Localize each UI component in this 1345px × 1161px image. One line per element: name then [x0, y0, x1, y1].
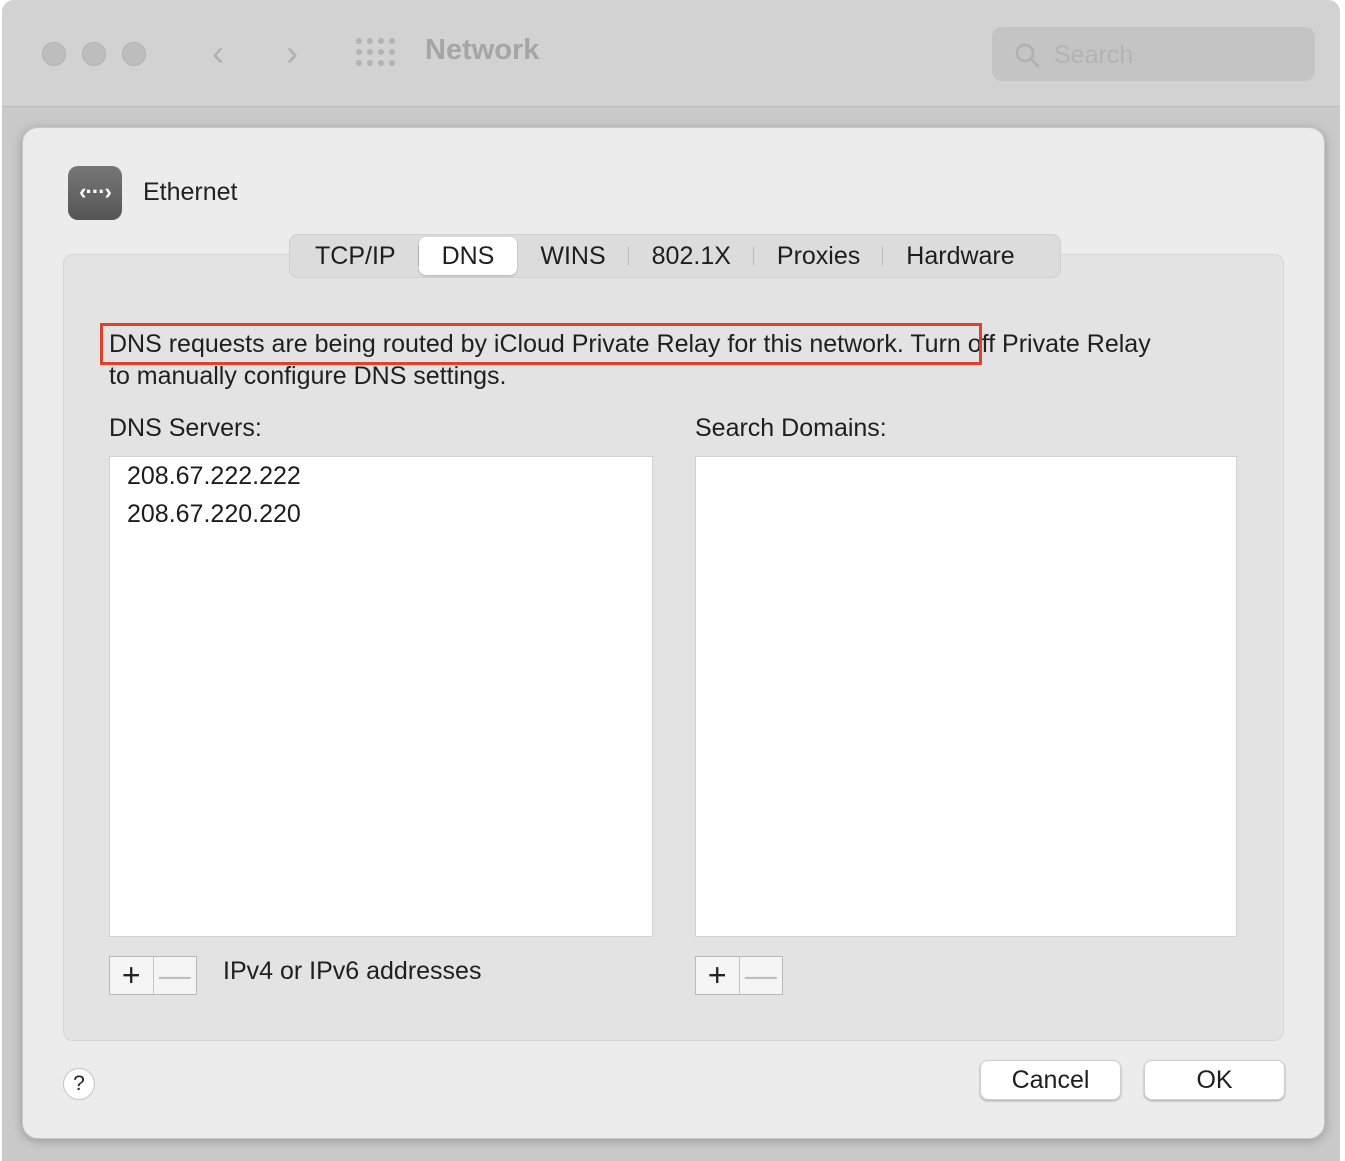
- dns-servers-list[interactable]: 208.67.222.222 208.67.220.220: [109, 456, 653, 937]
- list-item[interactable]: 208.67.220.220: [110, 495, 652, 533]
- forward-icon[interactable]: ›: [272, 34, 312, 74]
- zoom-window-icon[interactable]: [122, 42, 146, 66]
- dns-settings-sheet: ‹···› Ethernet TCP/IP DNS WINS 802.1X Pr…: [22, 127, 1325, 1139]
- search-domains-label: Search Domains:: [695, 414, 887, 442]
- search-domains-list[interactable]: [695, 456, 1237, 937]
- tab-dns[interactable]: DNS: [418, 237, 518, 275]
- tab-tcpip[interactable]: TCP/IP: [292, 237, 419, 275]
- window-title: Network: [425, 34, 540, 66]
- dns-servers-label: DNS Servers:: [109, 414, 262, 442]
- search-field[interactable]: [992, 27, 1315, 81]
- interface-name: Ethernet: [143, 178, 238, 206]
- cancel-button[interactable]: Cancel: [980, 1060, 1121, 1100]
- add-dns-server-button[interactable]: +: [110, 957, 154, 994]
- close-window-icon[interactable]: [42, 42, 66, 66]
- title-bar: ‹ › Network: [2, 0, 1340, 107]
- back-icon[interactable]: ‹: [198, 34, 238, 74]
- search-icon: [1015, 43, 1040, 68]
- tab-proxies[interactable]: Proxies: [754, 237, 884, 275]
- tab-wins[interactable]: WINS: [517, 237, 629, 275]
- tab-hardware[interactable]: Hardware: [883, 237, 1037, 275]
- remove-dns-server-button[interactable]: —: [154, 957, 197, 994]
- remove-search-domain-button[interactable]: —: [740, 957, 783, 994]
- show-all-grid-icon[interactable]: [356, 38, 396, 68]
- address-hint: IPv4 or IPv6 addresses: [223, 957, 482, 985]
- tab-8021x[interactable]: 802.1X: [629, 237, 755, 275]
- dns-add-remove-control: + —: [109, 956, 197, 995]
- highlight-box: [100, 323, 982, 365]
- list-item[interactable]: 208.67.222.222: [110, 457, 652, 495]
- network-window: ‹ › Network ‹···› Ethernet TCP/IP DNS WI…: [2, 0, 1340, 1161]
- minimize-window-icon[interactable]: [82, 42, 106, 66]
- ok-button[interactable]: OK: [1144, 1060, 1285, 1100]
- domain-add-remove-control: + —: [695, 956, 783, 995]
- search-input[interactable]: [1052, 37, 1306, 73]
- help-button[interactable]: ?: [63, 1068, 95, 1100]
- ethernet-icon: ‹···›: [68, 166, 122, 220]
- tab-bar: TCP/IP DNS WINS 802.1X Proxies Hardware: [289, 234, 1061, 278]
- add-search-domain-button[interactable]: +: [696, 957, 740, 994]
